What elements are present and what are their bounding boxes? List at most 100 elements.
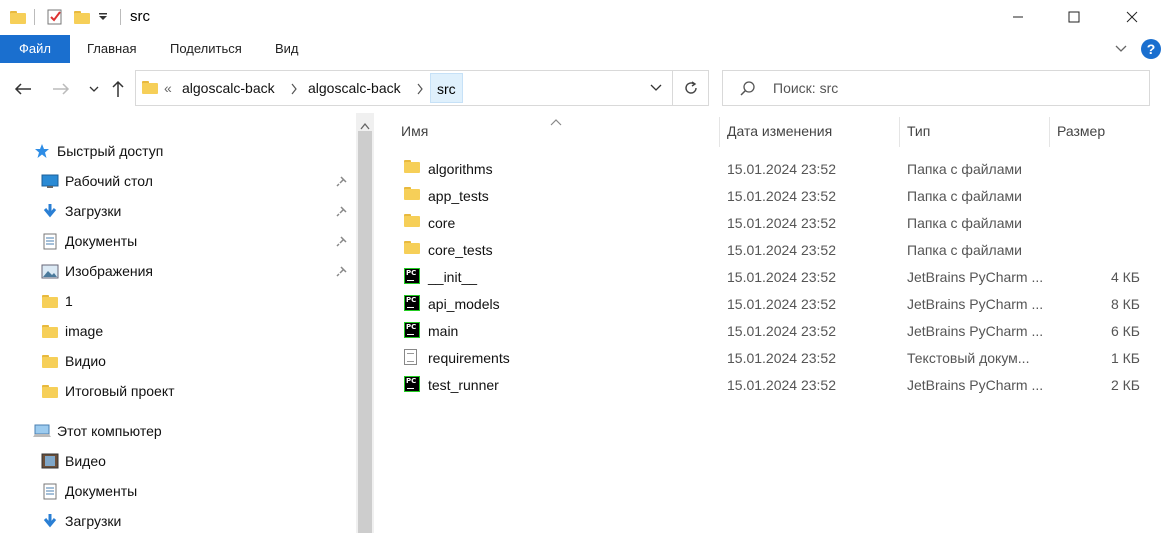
folder-icon [404, 241, 422, 259]
tab-share[interactable]: Поделиться [170, 35, 242, 63]
table-row[interactable]: core_tests 15.01.2024 23:52 Папка с файлам… [400, 237, 1160, 264]
pycharm-file-icon [404, 295, 422, 313]
sidebar-item-folder-vidio[interactable]: Видио [40, 347, 106, 375]
file-type: Папка с файлами [907, 242, 1022, 258]
customize-toolbar-icon[interactable] [98, 7, 108, 27]
file-size: 1 КБ [1110, 350, 1140, 366]
tab-view[interactable]: Вид [275, 35, 299, 63]
table-row[interactable]: app_tests 15.01.2024 23:52 Папка с файлами [400, 183, 1160, 210]
pycharm-file-icon [404, 268, 422, 286]
breadcrumb-segment[interactable]: algoscalc-back [182, 80, 275, 96]
sidebar-item-folder-final-project[interactable]: Итоговый проект [40, 377, 175, 405]
expand-ribbon-chevron-icon[interactable] [1114, 41, 1128, 58]
column-header-type[interactable]: Тип [899, 113, 1049, 149]
tab-file[interactable]: Файл [0, 35, 70, 63]
file-date: 15.01.2024 23:52 [727, 188, 836, 204]
file-type: JetBrains PyCharm ... [907, 377, 1043, 393]
search-input[interactable]: Поиск: src [773, 80, 838, 96]
file-name: requirements [428, 350, 510, 366]
file-size: 4 КБ [1110, 269, 1140, 285]
sidebar-item-folder-image[interactable]: image [40, 317, 103, 345]
help-button[interactable]: ? [1141, 39, 1161, 59]
folder-icon [404, 160, 422, 178]
sidebar-item-videos[interactable]: Видео [40, 447, 106, 475]
folder-icon [40, 351, 60, 371]
table-row[interactable]: main 15.01.2024 23:52 JetBrains PyCharm ..… [400, 318, 1160, 345]
address-bar[interactable]: « algoscalc-back algoscalc-back src [135, 70, 709, 106]
sidebar-item-folder-1[interactable]: 1 [40, 287, 73, 315]
file-date: 15.01.2024 23:52 [727, 323, 836, 339]
close-button[interactable] [1104, 0, 1160, 34]
new-folder-icon[interactable] [74, 7, 90, 27]
ribbon: Файл Главная Поделиться Вид ? [0, 35, 1164, 63]
scrollbar-thumb[interactable] [358, 131, 372, 533]
sidebar-item-quick-access[interactable]: Быстрый доступ [32, 137, 163, 165]
back-button[interactable] [11, 77, 35, 101]
sidebar-item-pictures[interactable]: Изображения [40, 257, 153, 285]
tab-home[interactable]: Главная [87, 35, 136, 63]
file-date: 15.01.2024 23:52 [727, 350, 836, 366]
maximize-button[interactable] [1046, 0, 1102, 34]
download-icon [40, 201, 60, 221]
pycharm-file-icon [404, 322, 422, 340]
search-box[interactable]: Поиск: src [722, 70, 1150, 106]
pin-icon[interactable] [336, 204, 348, 220]
sidebar-item-label: Рабочий стол [65, 173, 153, 189]
table-row[interactable]: api_models 15.01.2024 23:52 JetBrains PyCh… [400, 291, 1160, 318]
pin-icon[interactable] [336, 264, 348, 280]
sidebar-item-this-pc[interactable]: Этот компьютер [32, 417, 162, 445]
sidebar-item-label: Загрузки [65, 513, 122, 529]
pictures-icon [40, 261, 60, 281]
chevron-right-icon[interactable] [416, 82, 424, 98]
column-header-name[interactable]: Имя [393, 113, 719, 149]
file-name: app_tests [428, 188, 489, 204]
divider [34, 9, 35, 25]
sidebar-item-documents[interactable]: Документы [40, 227, 137, 255]
forward-button[interactable] [49, 77, 73, 101]
sidebar-item-label: Видео [65, 453, 106, 469]
sidebar-item-label: Изображения [65, 263, 153, 279]
table-row[interactable]: algorithms 15.01.2024 23:52 Папка с файлам… [400, 156, 1160, 183]
up-button[interactable] [106, 77, 130, 101]
file-size: 8 КБ [1110, 296, 1140, 312]
recent-locations-button[interactable] [82, 77, 106, 101]
file-size: 6 КБ [1110, 323, 1140, 339]
refresh-button[interactable] [672, 71, 708, 105]
window-title: src [130, 8, 150, 25]
properties-icon[interactable] [46, 7, 64, 27]
column-header-size[interactable]: Размер [1049, 113, 1159, 149]
pin-icon[interactable] [336, 234, 348, 250]
chevron-right-icon[interactable] [290, 82, 298, 98]
sidebar-item-desktop[interactable]: Рабочий стол [40, 167, 153, 195]
sidebar-item-label: Этот компьютер [57, 423, 162, 439]
address-dropdown-button[interactable] [642, 71, 670, 105]
table-row[interactable]: test_runner 15.01.2024 23:52 JetBrains PyC… [400, 372, 1160, 399]
documents-icon [40, 481, 60, 501]
table-row[interactable]: requirements 15.01.2024 23:52 Текстовый до… [400, 345, 1160, 372]
file-size: 2 КБ [1110, 377, 1140, 393]
file-type: Текстовый докум... [907, 350, 1030, 366]
computer-icon [32, 421, 52, 441]
file-type: Папка с файлами [907, 161, 1022, 177]
breadcrumb-overflow[interactable]: « [164, 80, 172, 96]
file-date: 15.01.2024 23:52 [727, 377, 836, 393]
table-row[interactable]: __init__ 15.01.2024 23:52 JetBrains PyChar… [400, 264, 1160, 291]
sidebar-item-label: Итоговый проект [65, 383, 175, 399]
search-icon [739, 80, 757, 101]
pin-icon[interactable] [336, 174, 348, 190]
sidebar-item-label: Документы [65, 483, 138, 499]
file-name: main [428, 323, 459, 339]
sidebar-item-label: Видио [65, 353, 106, 369]
sidebar-item-documents-pc[interactable]: Документы [40, 477, 137, 505]
sidebar-item-downloads[interactable]: Загрузки [40, 197, 121, 225]
sidebar-scrollbar[interactable] [356, 113, 374, 533]
folder-icon [40, 381, 60, 401]
breadcrumb-segment[interactable]: algoscalc-back [308, 80, 401, 96]
minimize-button[interactable] [990, 0, 1046, 34]
breadcrumb-current[interactable]: src [430, 73, 463, 103]
table-row[interactable]: core 15.01.2024 23:52 Папка с файлами [400, 210, 1160, 237]
folder-icon [10, 7, 26, 27]
folder-icon [40, 291, 60, 311]
column-header-date[interactable]: Дата изменения [719, 113, 899, 149]
sidebar-item-downloads-pc[interactable]: Загрузки [40, 507, 121, 533]
